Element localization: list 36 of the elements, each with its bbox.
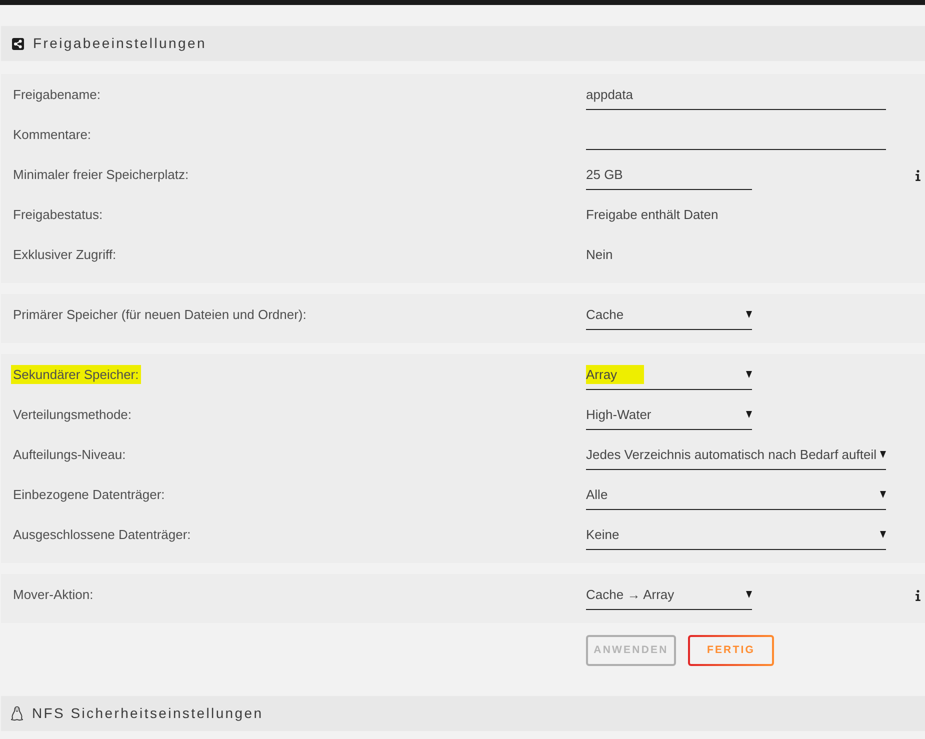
caret-icon xyxy=(746,311,752,318)
field-label: Aufteilungs-Niveau: xyxy=(13,447,126,462)
dropdown[interactable]: Alle xyxy=(586,480,886,510)
dropdown[interactable]: Keine xyxy=(586,520,886,550)
value-text: Nein xyxy=(586,246,613,264)
dropdown[interactable]: Array xyxy=(586,360,752,390)
text-field[interactable]: appdata xyxy=(586,80,886,110)
field-label: Primärer Speicher (für neuen Dateien und Ordner): xyxy=(13,307,306,322)
field-label: Freigabestatus: xyxy=(13,207,103,222)
caret-icon xyxy=(746,411,752,418)
field-label: Kommentare: xyxy=(13,127,92,142)
caret-icon xyxy=(880,531,886,538)
dropdown[interactable]: Jedes Verzeichnis automatisch nach Bedarf aufteil xyxy=(586,440,886,470)
value-text: Freigabe enthält Daten xyxy=(586,206,718,224)
field-label: Freigabename: xyxy=(13,87,100,102)
field-label: Verteilungsmethode: xyxy=(13,407,132,422)
field-label: Minimaler freier Speicherplatz: xyxy=(13,167,189,182)
info-icon[interactable] xyxy=(915,170,921,180)
dropdown[interactable]: Cache xyxy=(586,300,752,330)
section-title: Freigabeeinstellungen xyxy=(33,34,206,53)
info-icon[interactable] xyxy=(915,590,921,600)
penguin-icon xyxy=(11,706,23,721)
caret-icon xyxy=(746,371,752,378)
field-label: Mover-Aktion: xyxy=(13,587,94,602)
dropdown[interactable]: High-Water xyxy=(586,400,752,430)
field-label: Einbezogene Datenträger: xyxy=(13,487,165,502)
caret-icon xyxy=(746,591,752,598)
caret-icon xyxy=(880,491,886,498)
caret-icon xyxy=(880,451,886,458)
field-label: Ausgeschlossene Datenträger: xyxy=(13,527,191,542)
field-label: Sekundärer Speicher: xyxy=(11,365,141,384)
share-icon xyxy=(12,38,24,50)
text-field[interactable]: 25 GB xyxy=(586,160,752,190)
dropdown[interactable]: Cache → Array xyxy=(586,580,752,610)
section-title: NFS Sicherheitseinstellungen xyxy=(32,704,264,723)
field-label: Exklusiver Zugriff: xyxy=(13,247,116,262)
